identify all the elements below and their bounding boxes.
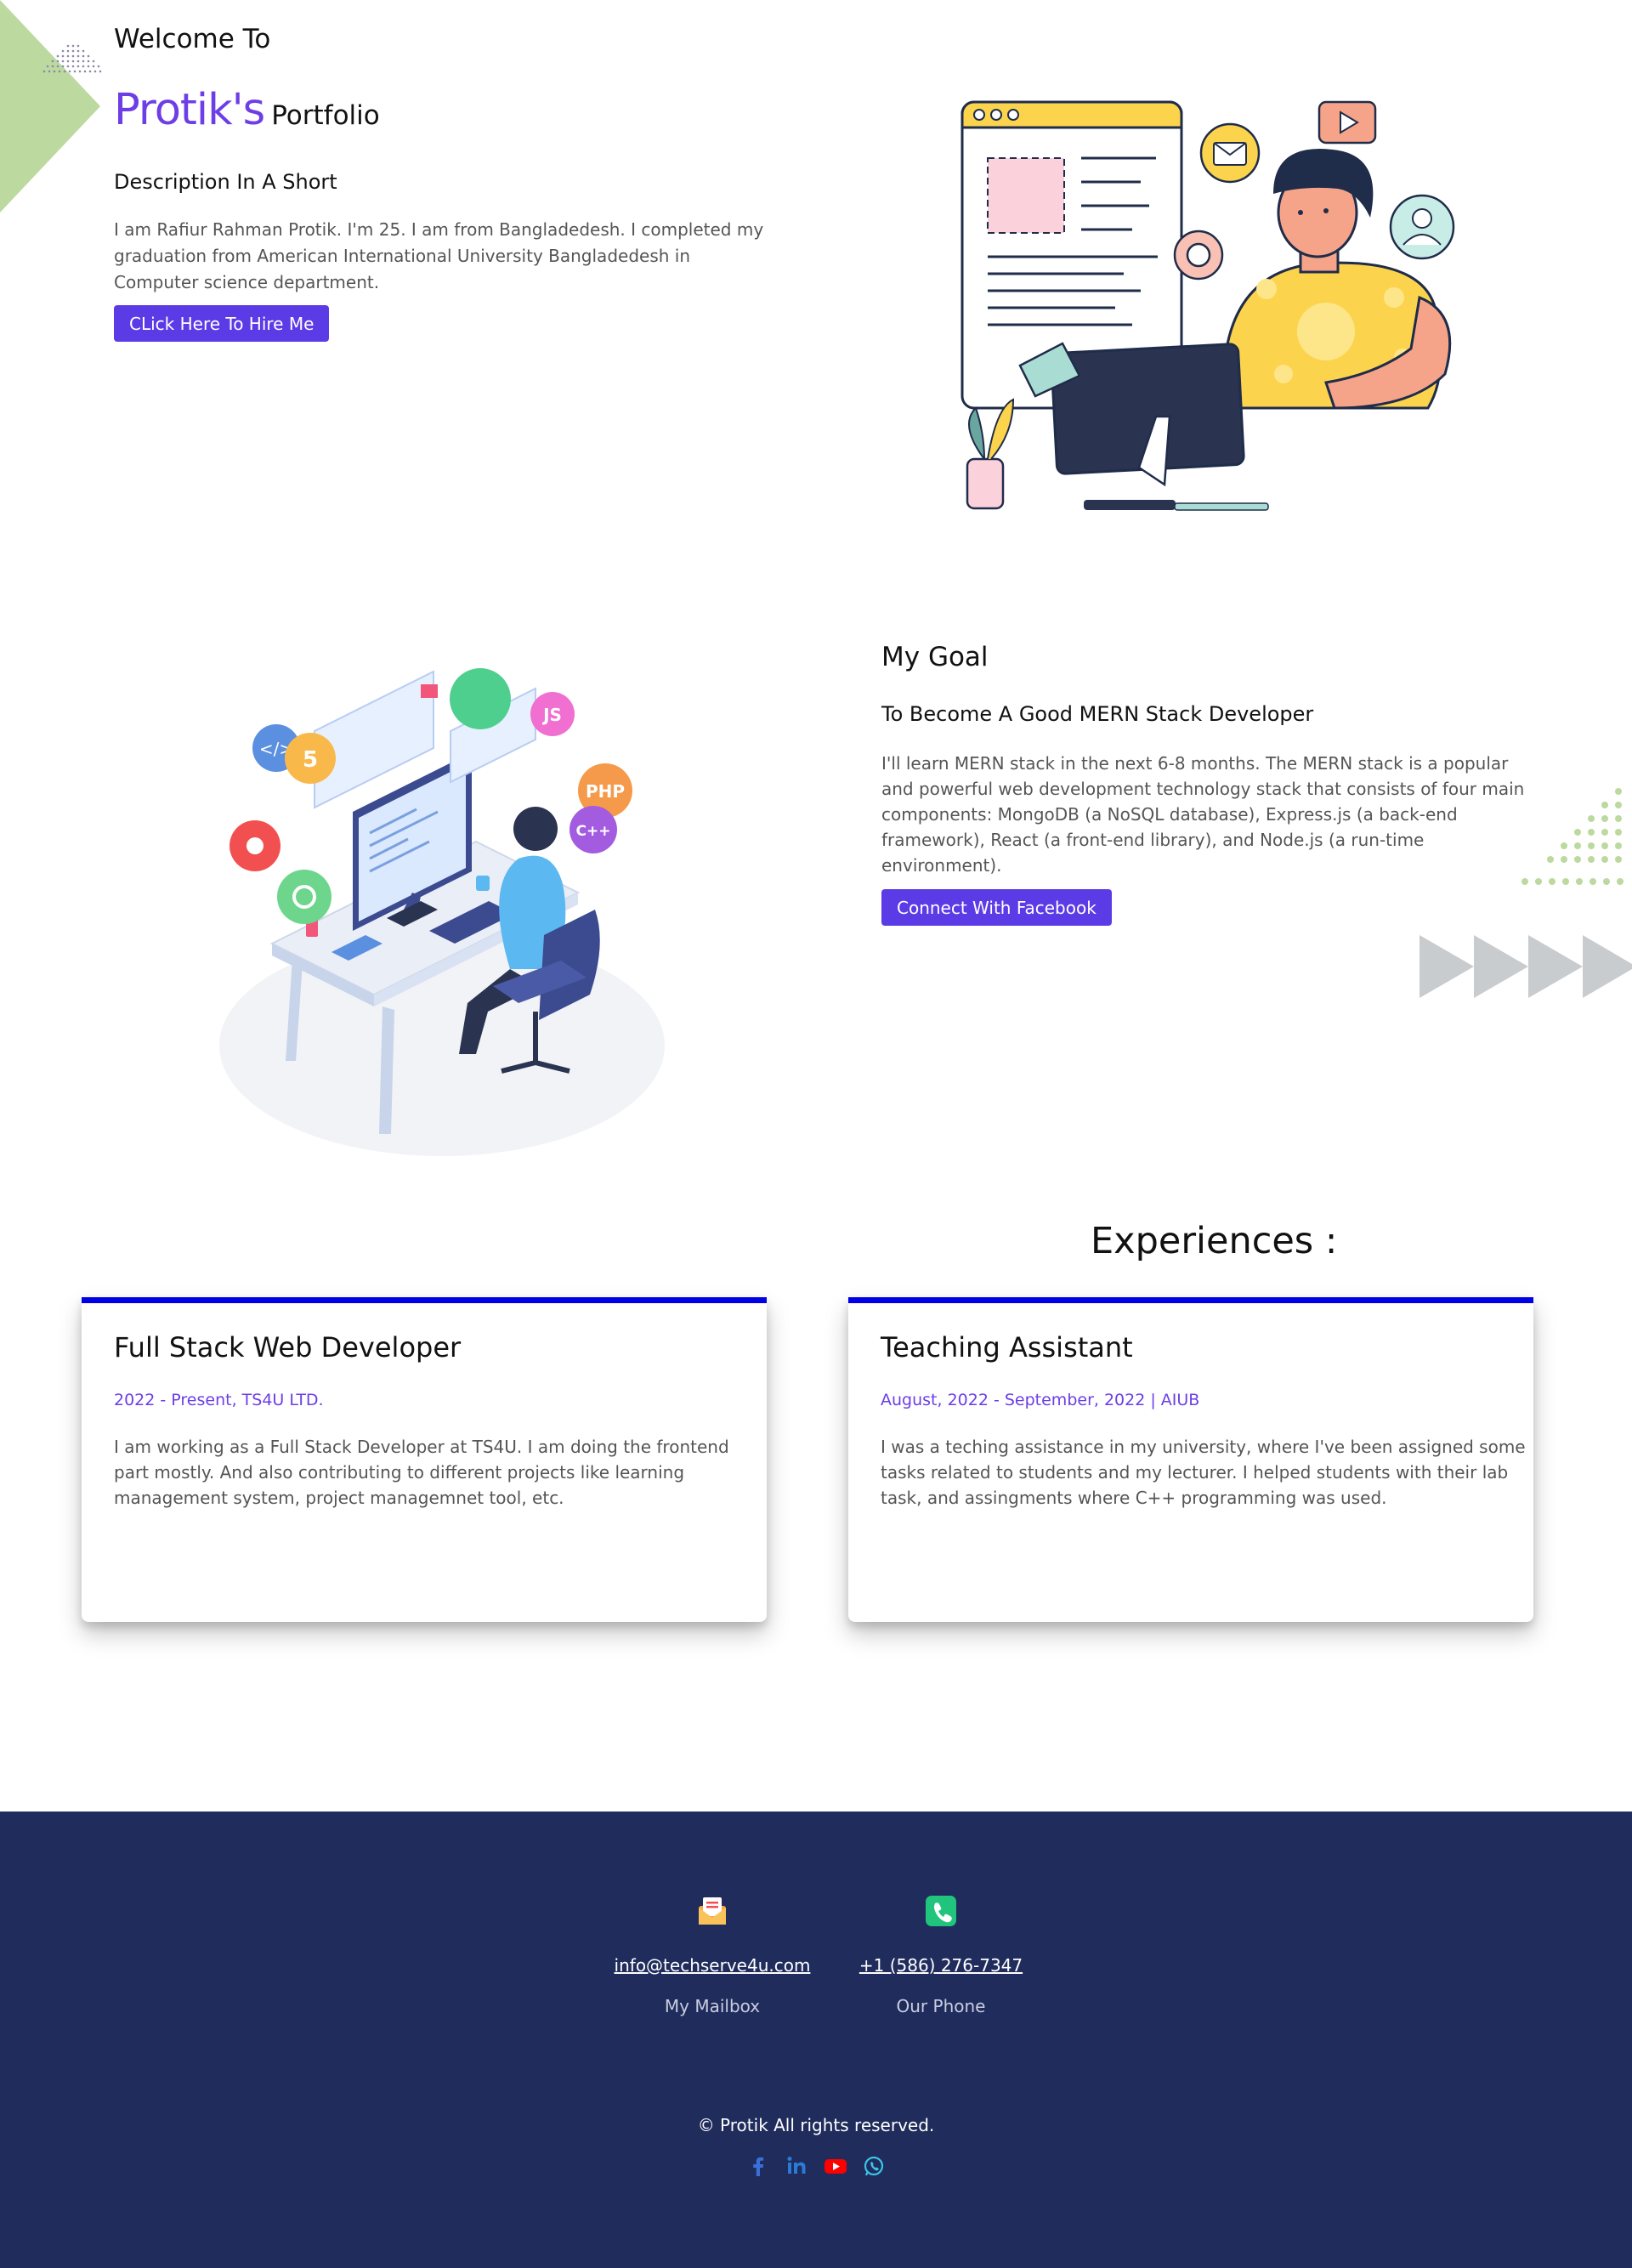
brand-name: Protik's — [114, 85, 265, 135]
experience-title: Full Stack Web Developer — [114, 1331, 462, 1364]
goal-text: I'll learn MERN stack in the next 6-8 mo… — [881, 753, 1525, 876]
workspace-illustration: </> 5 JS PHP C++ — [219, 668, 665, 1156]
contact-phone: +1 (586) 276-7347 Our Phone — [858, 1894, 1023, 2016]
brand-suffix: Portfolio — [271, 100, 380, 131]
goal-subtitle: To Become A Good MERN Stack Developer — [881, 702, 1314, 726]
phone-link[interactable]: +1 (586) 276-7347 — [858, 1955, 1023, 1976]
experience-text: I was a teching assistance in my univers… — [881, 1437, 1526, 1508]
description-title: Description In A Short — [114, 170, 337, 194]
footer — [0, 1812, 1632, 2268]
connect-facebook-button[interactable]: Connect With Facebook — [881, 889, 1112, 926]
experience-meta: August, 2022 - September, 2022 | AIUB — [881, 1391, 1200, 1409]
phone-icon — [926, 1896, 956, 1926]
svg-text:PHP: PHP — [586, 781, 625, 802]
dot-grid-decoration — [1522, 788, 1624, 885]
copyright-text: © Protik All rights reserved. — [697, 2115, 935, 2135]
linkedin-icon[interactable] — [784, 2153, 809, 2179]
facebook-icon[interactable] — [745, 2153, 771, 2179]
hire-me-button[interactable]: CLick Here To Hire Me — [114, 305, 330, 342]
decorative-triangle — [0, 0, 100, 213]
svg-text:5: 5 — [303, 747, 318, 773]
experience-text: I am working as a Full Stack Developer a… — [114, 1437, 729, 1508]
phone-label: Our Phone — [896, 1996, 986, 2016]
cpp-badge: C++ — [570, 806, 617, 853]
youtube-icon[interactable] — [823, 2153, 848, 2179]
email-label: My Mailbox — [664, 1996, 761, 2016]
goal-title: My Goal — [881, 642, 989, 672]
js-badge: JS — [530, 692, 575, 736]
welcome-heading: Welcome To — [114, 24, 271, 54]
email-link[interactable]: info@techserve4u.com — [608, 1955, 817, 1976]
social-links — [0, 2153, 1632, 2179]
experience-title: Teaching Assistant — [881, 1331, 1133, 1364]
description-text: I am Rafiur Rahman Protik. I'm 25. I am … — [114, 219, 764, 292]
svg-text:JS: JS — [541, 705, 562, 725]
experiences-heading: Experiences : — [1091, 1220, 1338, 1262]
portfolio-title: Protik's Portfolio — [114, 85, 380, 135]
svg-text:C++: C++ — [576, 823, 611, 840]
arrows-decoration — [1420, 935, 1632, 998]
experience-card: Full Stack Web Developer 2022 - Present,… — [82, 1297, 767, 1622]
whatsapp-icon[interactable] — [861, 2153, 887, 2179]
dot-grid-decoration — [42, 44, 102, 73]
html5-badge: 5 — [285, 733, 336, 784]
developer-illustration — [960, 100, 1455, 511]
contact-mail: info@techserve4u.com My Mailbox — [608, 1894, 817, 2016]
mail-icon — [699, 1897, 726, 1925]
experience-meta: 2022 - Present, TS4U LTD. — [114, 1391, 324, 1409]
experience-card: Teaching Assistant August, 2022 - Septem… — [848, 1297, 1533, 1622]
